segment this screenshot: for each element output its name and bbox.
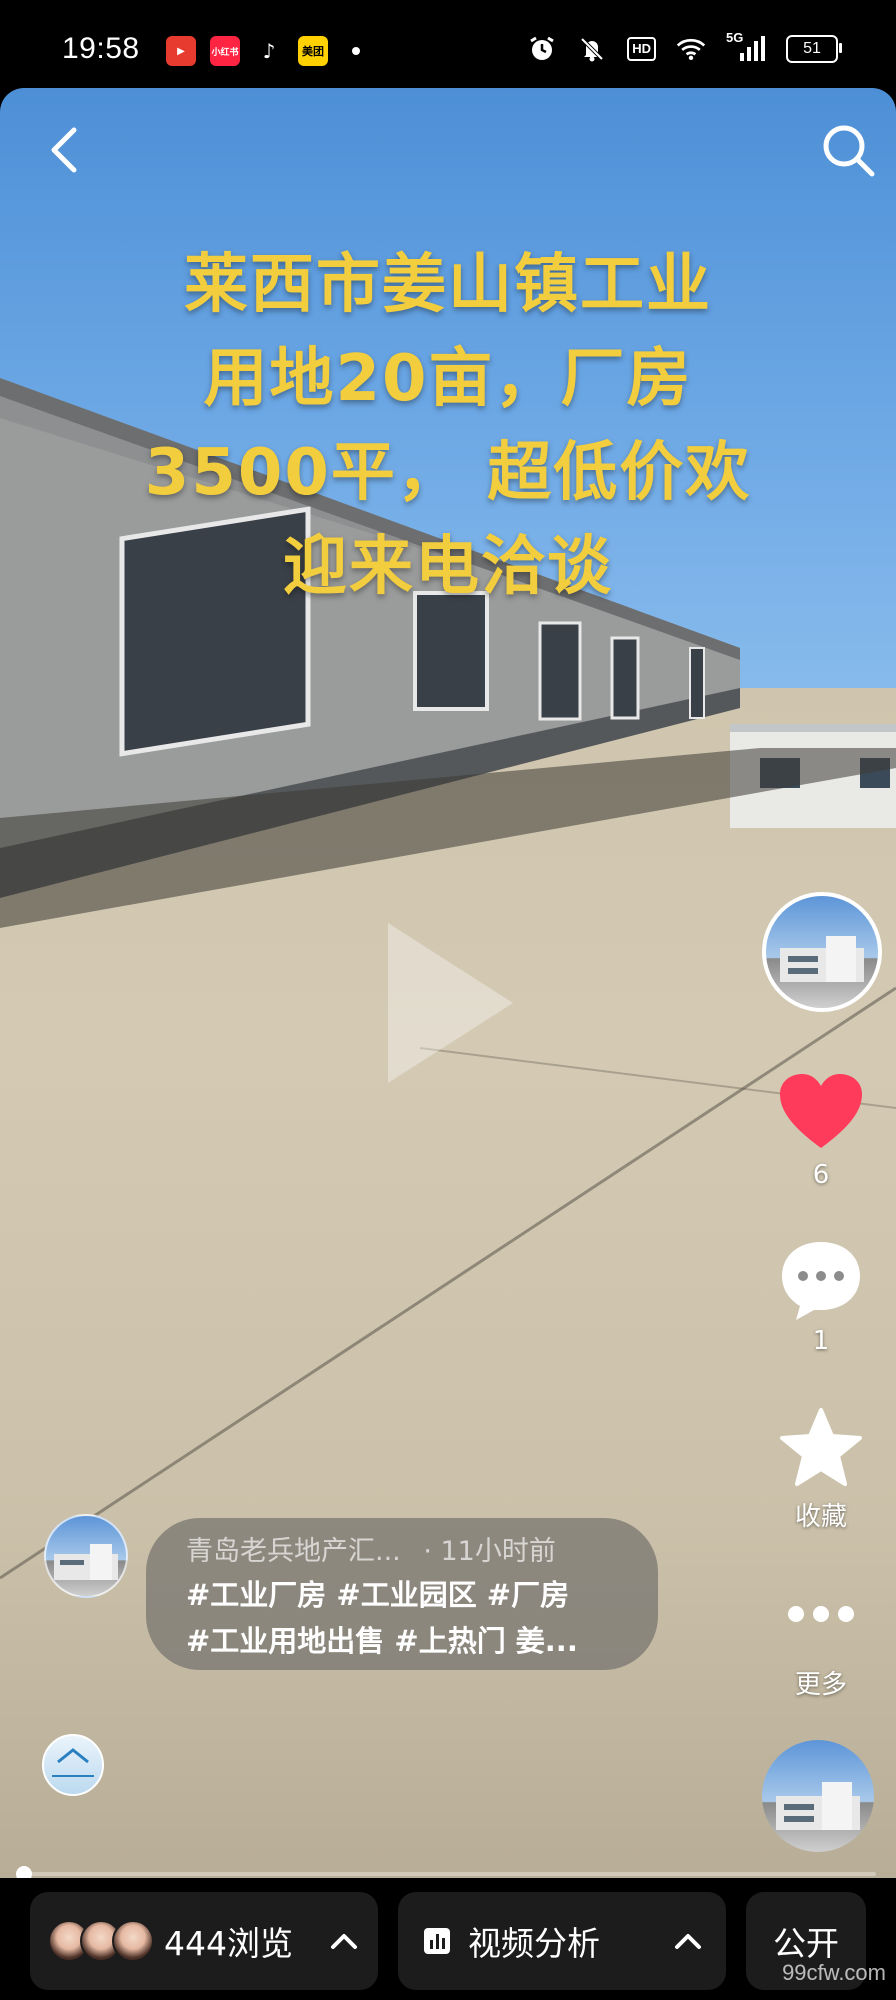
watermark: 99cfw.com [782,1960,886,1985]
post-meta: 青岛老兵地产汇... · 11小时前 [186,1532,638,1572]
status-bar: 19:58 ▶ 小红书 ♪ 美团 HD 5G 51 [0,0,896,88]
video-app-icon: ▶ [166,36,196,66]
title-line-3: 3500平， 超低价欢 [144,436,752,510]
more-label: 更多 [794,1670,847,1700]
system-icons: HD 5G 51 [527,30,842,64]
xiaohongshu-icon: 小红书 [210,36,240,66]
tiktok-icon: ♪ [254,36,284,66]
title-line-2: 用地20亩，厂房 [203,342,693,416]
views-label: 444浏览 [164,1924,293,1963]
post-tags-line-1: #工业厂房 #工业园区 #厂房 [186,1578,570,1612]
viewer-avatars [48,1920,154,1962]
star-icon[interactable] [778,1406,864,1490]
title-line-4: 迎来电洽谈 [283,530,613,604]
more-icon[interactable] [786,1604,856,1624]
like-count: 6 [812,1160,830,1190]
post-tags-line-2: #工业用地出售 #上热门 姜... [186,1624,578,1658]
mute-icon [577,34,607,64]
chevron-up-icon [331,1934,357,1949]
wifi-icon [676,34,706,64]
heart-icon[interactable] [778,1072,864,1152]
post-author-name: 青岛老兵地产汇... [186,1536,401,1567]
author-profile-avatar[interactable] [762,892,882,1012]
notification-icons: ▶ 小红书 ♪ 美团 [166,36,360,66]
viewer-avatar-3 [112,1920,154,1962]
video-title-overlay: 莱西市姜山镇工业 用地20亩，厂房 3500平， 超低价欢 迎来电洽谈 [40,238,856,614]
battery-icon: 51 [786,35,842,63]
post-time: · 11小时前 [423,1536,556,1567]
meituan-icon: 美团 [298,36,328,66]
alarm-icon [527,34,557,64]
play-icon[interactable] [378,918,518,1088]
comment-count: 1 [812,1326,830,1356]
video-progress-bar[interactable] [20,1872,876,1876]
search-button[interactable] [820,122,876,178]
analysis-label: 视频分析 [468,1924,600,1963]
chevron-up-icon [675,1934,701,1949]
hd-icon: HD [627,37,656,61]
post-author-avatar[interactable] [44,1514,128,1598]
favorite-label: 收藏 [794,1502,847,1532]
back-button[interactable] [44,124,84,176]
views-button[interactable]: 444浏览 [30,1892,378,1990]
post-info-card[interactable]: 青岛老兵地产汇... · 11小时前 #工业厂房 #工业园区 #厂房 #工业用地… [146,1518,658,1670]
comment-icon[interactable] [778,1238,864,1322]
signal-icon: 5G [726,30,766,64]
viewer-avatar[interactable] [42,1734,104,1796]
more-notifications-dot [352,47,360,55]
network-type: 5G [726,30,744,45]
analysis-icon [424,1928,450,1954]
music-disc-icon[interactable] [762,1740,874,1852]
clock: 19:58 [62,32,140,65]
title-line-1: 莱西市姜山镇工业 [184,248,712,322]
video-analysis-button[interactable]: 视频分析 [398,1892,726,1990]
public-label: 公开 [773,1924,839,1963]
